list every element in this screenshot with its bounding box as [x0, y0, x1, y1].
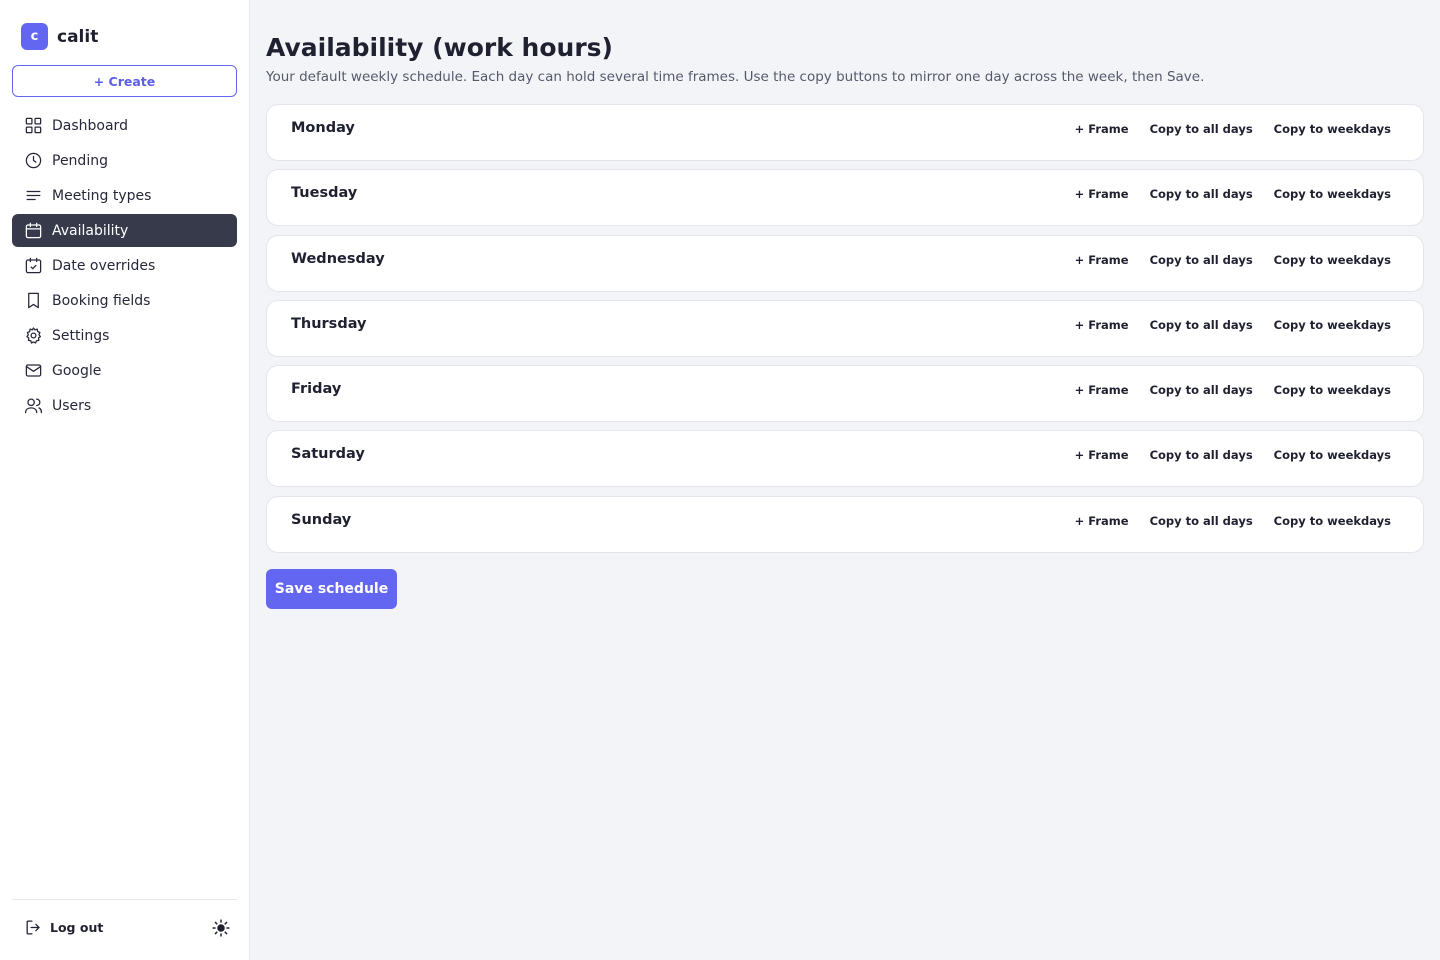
day-actions: + Frame Copy to all days Copy to weekday… — [1054, 448, 1391, 462]
copy-to-weekdays-button[interactable]: Copy to weekdays — [1274, 448, 1391, 462]
list-icon — [24, 186, 43, 205]
day-name: Thursday — [291, 315, 367, 332]
sidebar-item-label: Availability — [52, 222, 129, 239]
mail-icon — [24, 361, 43, 380]
copy-to-all-days-button[interactable]: Copy to all days — [1150, 448, 1253, 462]
brand-name: calit — [57, 26, 99, 47]
day-card-sunday: Sunday + Frame Copy to all days Copy to … — [266, 495, 1424, 553]
add-frame-button[interactable]: + Frame — [1075, 187, 1129, 201]
sidebar-item-label: Meeting types — [52, 187, 152, 204]
day-card-friday: Friday + Frame Copy to all days Copy to … — [266, 365, 1424, 423]
page-subtitle: Your default weekly schedule. Each day c… — [266, 69, 1205, 85]
copy-to-weekdays-button[interactable]: Copy to weekdays — [1274, 514, 1391, 528]
sidebar-footer: Log out — [12, 899, 237, 960]
sidebar-item-google[interactable]: Google — [12, 354, 237, 387]
sidebar-item-label: Date overrides — [52, 257, 156, 274]
copy-to-weekdays-button[interactable]: Copy to weekdays — [1274, 318, 1391, 332]
save-schedule-button[interactable]: Save schedule — [266, 569, 397, 609]
day-actions: + Frame Copy to all days Copy to weekday… — [1054, 318, 1391, 332]
grid-icon — [24, 116, 43, 135]
sidebar-item-label: Dashboard — [52, 117, 128, 134]
copy-to-weekdays-button[interactable]: Copy to weekdays — [1274, 253, 1391, 267]
add-frame-button[interactable]: + Frame — [1075, 122, 1129, 136]
day-name: Sunday — [291, 511, 352, 528]
day-card-thursday: Thursday + Frame Copy to all days Copy t… — [266, 299, 1424, 357]
sidebar-item-date-overrides[interactable]: Date overrides — [12, 249, 237, 282]
sidebar-item-users[interactable]: Users — [12, 389, 237, 422]
sidebar-item-label: Google — [52, 362, 102, 379]
add-frame-button[interactable]: + Frame — [1075, 383, 1129, 397]
logout-button[interactable]: Log out — [24, 918, 103, 937]
copy-to-all-days-button[interactable]: Copy to all days — [1150, 318, 1253, 332]
gear-icon — [24, 326, 43, 345]
day-card-wednesday: Wednesday + Frame Copy to all days Copy … — [266, 234, 1424, 292]
day-name: Wednesday — [291, 250, 385, 267]
logout-icon — [26, 920, 40, 935]
sidebar-item-pending[interactable]: Pending — [12, 144, 237, 177]
brand-logo: c — [21, 23, 48, 50]
sidebar-item-label: Settings — [52, 327, 110, 344]
page-title: Availability (work hours) — [266, 33, 613, 62]
day-name: Saturday — [291, 446, 365, 463]
day-actions: + Frame Copy to all days Copy to weekday… — [1054, 253, 1391, 267]
calendar-check-icon — [24, 256, 43, 275]
day-list: Monday + Frame Copy to all days Copy to … — [266, 104, 1424, 561]
bookmark-icon — [24, 291, 43, 310]
day-actions: + Frame Copy to all days Copy to weekday… — [1054, 122, 1391, 136]
copy-to-all-days-button[interactable]: Copy to all days — [1150, 187, 1253, 201]
copy-to-all-days-button[interactable]: Copy to all days — [1150, 122, 1253, 136]
sidebar-item-label: Booking fields — [52, 292, 151, 309]
copy-to-weekdays-button[interactable]: Copy to weekdays — [1274, 187, 1391, 201]
day-actions: + Frame Copy to all days Copy to weekday… — [1054, 187, 1391, 201]
day-name: Tuesday — [291, 185, 358, 202]
clock-icon — [24, 151, 43, 170]
day-card-tuesday: Tuesday + Frame Copy to all days Copy to… — [266, 169, 1424, 227]
logout-label: Log out — [50, 920, 104, 935]
sidebar: c calit + Create Dashboard Pending Meeti… — [0, 0, 250, 960]
sidebar-item-label: Pending — [52, 152, 108, 169]
sidebar-item-meeting-types[interactable]: Meeting types — [12, 179, 237, 212]
copy-to-all-days-button[interactable]: Copy to all days — [1150, 253, 1253, 267]
copy-to-all-days-button[interactable]: Copy to all days — [1150, 383, 1253, 397]
sidebar-item-availability[interactable]: Availability — [12, 214, 237, 247]
day-card-saturday: Saturday + Frame Copy to all days Copy t… — [266, 430, 1424, 488]
copy-to-weekdays-button[interactable]: Copy to weekdays — [1274, 383, 1391, 397]
copy-to-all-days-button[interactable]: Copy to all days — [1150, 514, 1253, 528]
add-frame-button[interactable]: + Frame — [1075, 253, 1129, 267]
day-name: Friday — [291, 381, 342, 398]
day-name: Monday — [291, 120, 355, 136]
add-frame-button[interactable]: + Frame — [1075, 514, 1129, 528]
sidebar-item-label: Users — [52, 397, 92, 414]
add-frame-button[interactable]: + Frame — [1075, 448, 1129, 462]
sidebar-nav: Dashboard Pending Meeting types Availabi… — [12, 109, 237, 424]
create-button[interactable]: + Create — [12, 65, 237, 97]
calendar-icon — [24, 221, 43, 240]
brand[interactable]: c calit — [21, 23, 98, 50]
day-card-monday: Monday + Frame Copy to all days Copy to … — [266, 104, 1424, 161]
sidebar-item-booking-fields[interactable]: Booking fields — [12, 284, 237, 317]
day-actions: + Frame Copy to all days Copy to weekday… — [1054, 514, 1391, 528]
add-frame-button[interactable]: + Frame — [1075, 318, 1129, 332]
users-icon — [24, 396, 43, 415]
day-actions: + Frame Copy to all days Copy to weekday… — [1054, 383, 1391, 397]
sun-icon[interactable] — [212, 919, 230, 937]
copy-to-weekdays-button[interactable]: Copy to weekdays — [1274, 122, 1391, 136]
sidebar-item-settings[interactable]: Settings — [12, 319, 237, 352]
sidebar-item-dashboard[interactable]: Dashboard — [12, 109, 237, 142]
